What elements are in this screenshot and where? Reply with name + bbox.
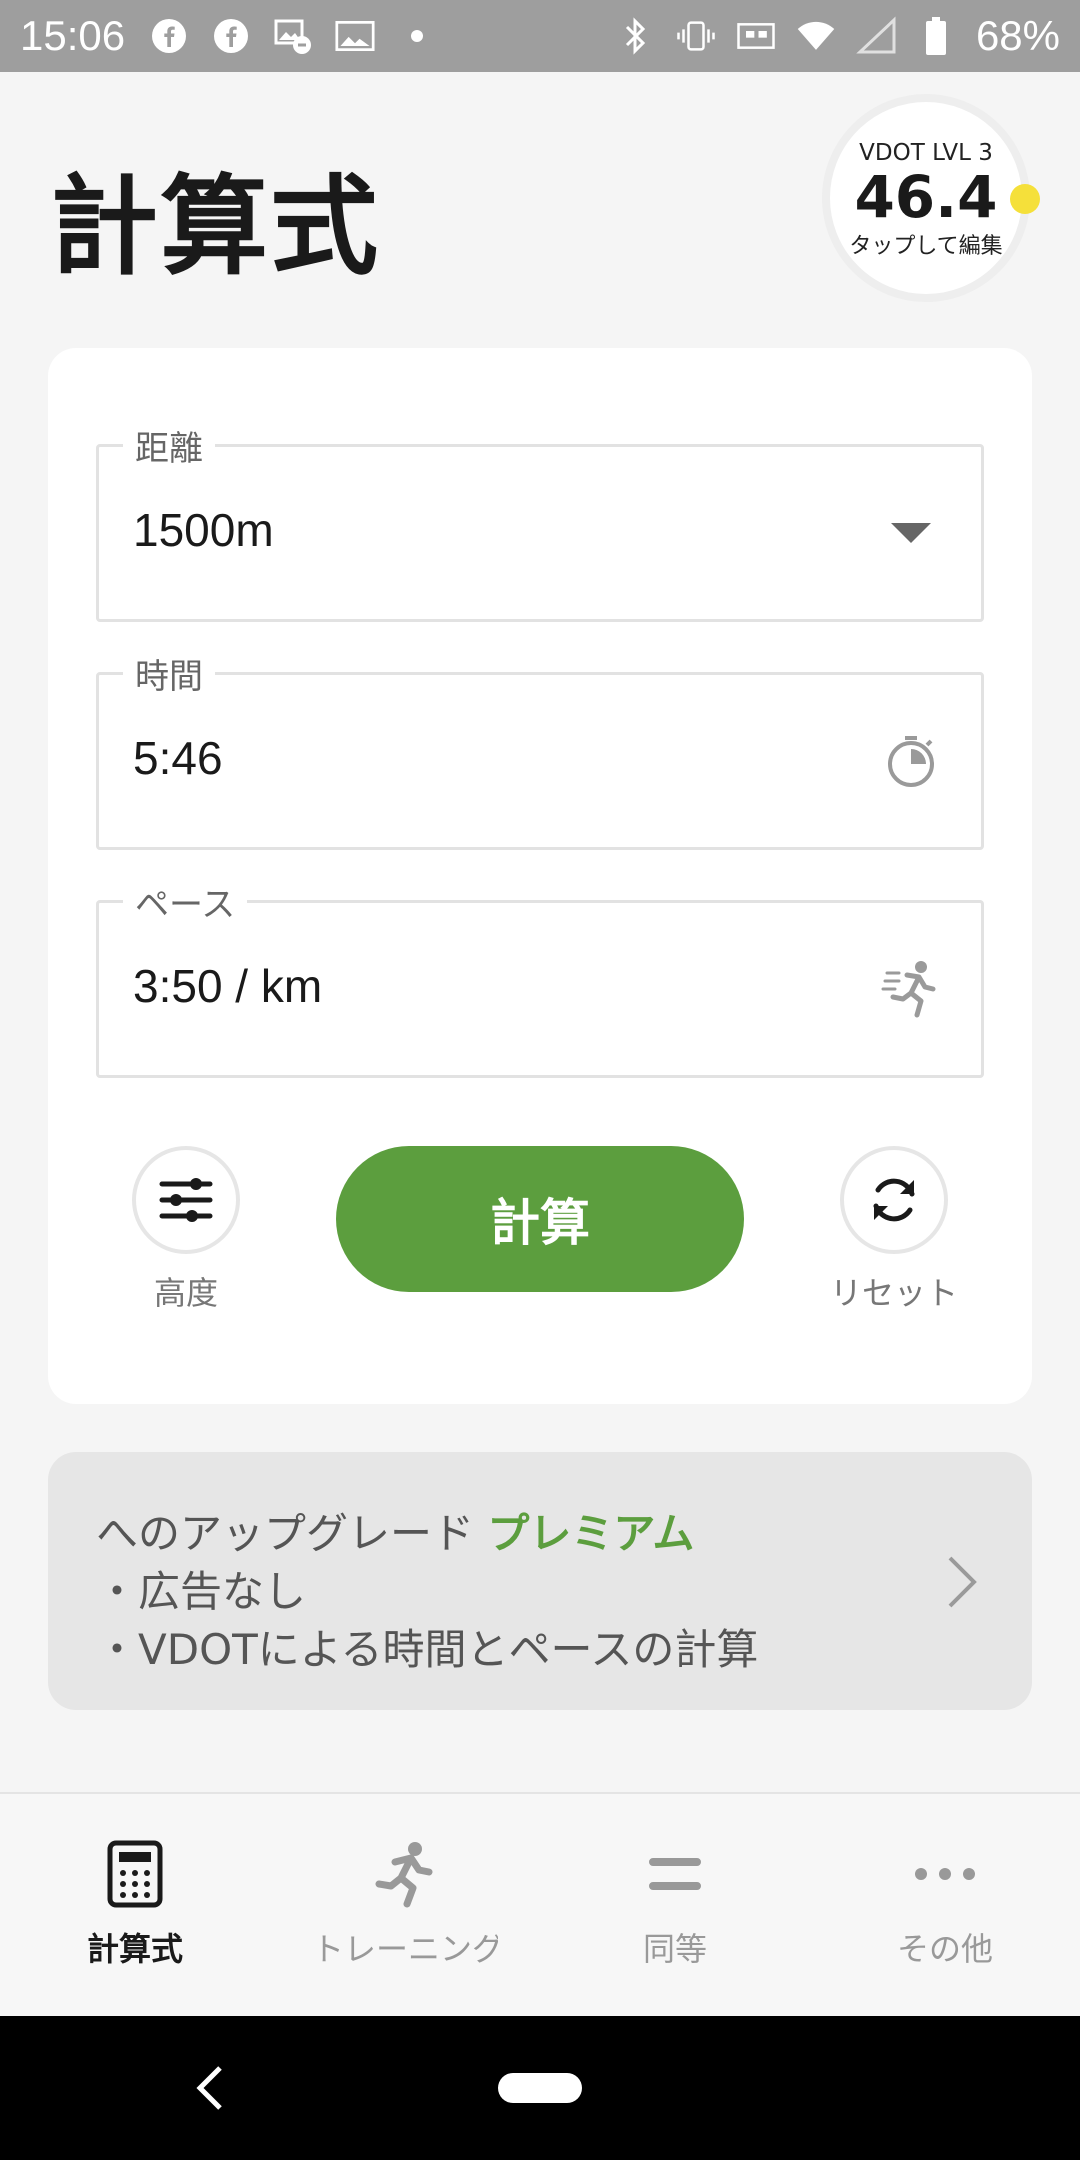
facebook-icon — [149, 16, 189, 56]
stopwatch-icon[interactable] — [881, 731, 941, 791]
vdot-status-dot — [1010, 184, 1040, 214]
nav-item-calculator[interactable]: 計算式 — [0, 1794, 270, 2016]
calculator-card: 距離 1500m 時間 5:46 ペース 3:50 / km 高度 計算 リセッ… — [48, 348, 1032, 1404]
status-bar: 15:06 68% — [0, 0, 1080, 72]
runner-icon — [365, 1834, 445, 1914]
sliders-icon — [159, 1178, 213, 1222]
nav-label: トレーニング — [312, 1930, 498, 1968]
calculator-icon — [95, 1834, 175, 1914]
reset-button[interactable] — [840, 1146, 948, 1254]
distance-label: 距離 — [123, 421, 215, 470]
vibrate-icon — [676, 16, 716, 56]
nav-label: 計算式 — [86, 1930, 183, 1968]
advanced-button[interactable] — [132, 1146, 240, 1254]
bluetooth-icon — [616, 16, 656, 56]
runner-icon[interactable] — [881, 959, 941, 1019]
distance-value: 1500m — [133, 504, 274, 556]
time-value: 5:46 — [133, 732, 223, 784]
cast-icon — [736, 16, 776, 56]
promo-bullet-vdot: ・VDOTによる時間とペースの計算 — [96, 1625, 759, 1674]
distance-field[interactable]: 距離 1500m — [96, 421, 984, 622]
vdot-value: 46.4 — [854, 163, 998, 231]
battery-icon — [916, 16, 956, 56]
chevron-right-icon — [948, 1556, 977, 1608]
wifi-icon — [796, 16, 836, 56]
equals-icon — [635, 1834, 715, 1914]
pace-field[interactable]: ペース 3:50 / km — [96, 877, 984, 1078]
status-right-icons: 68% — [616, 12, 1060, 60]
nav-item-training[interactable]: トレーニング — [270, 1794, 540, 2016]
nav-label: その他 — [896, 1930, 993, 1968]
promo-headline: へのアップグレード プレミアム — [96, 1500, 694, 1561]
status-time: 15:06 — [20, 12, 126, 59]
nav-item-more[interactable]: その他 — [810, 1794, 1080, 2016]
vdot-badge[interactable]: VDOT LVL 3 46.4 タップして編集 — [822, 94, 1030, 302]
vdot-edit-hint: タップして編集 — [849, 234, 1003, 259]
time-field[interactable]: 時間 5:46 — [96, 649, 984, 850]
more-dots-icon — [905, 1834, 985, 1914]
page-title: 計算式 — [50, 165, 381, 290]
promo-prefix: へのアップグレード — [96, 1509, 488, 1558]
dropdown-arrow-icon[interactable] — [881, 503, 941, 563]
home-pill[interactable] — [498, 2073, 582, 2103]
calculate-button[interactable]: 計算 — [336, 1146, 744, 1292]
signal-icon — [856, 16, 896, 56]
status-left-icons — [149, 16, 437, 56]
reset-label: リセット — [829, 1274, 958, 1312]
nav-item-equivalent[interactable]: 同等 — [540, 1794, 810, 2016]
premium-upgrade-banner[interactable]: へのアップグレード プレミアム ・広告なし ・VDOTによる時間とペースの計算 — [48, 1452, 1032, 1710]
battery-percent: 68% — [975, 12, 1060, 59]
pace-label: ペース — [123, 877, 248, 926]
advanced-label: 高度 — [153, 1274, 218, 1312]
gallery-notification-icon — [273, 16, 313, 56]
promo-premium-highlight: プレミアム — [487, 1509, 695, 1558]
time-label: 時間 — [123, 649, 215, 698]
pace-value: 3:50 / km — [133, 960, 323, 1012]
nav-label: 同等 — [642, 1930, 707, 1968]
bottom-nav: 計算式 トレーニング 同等 その他 — [0, 1794, 1080, 2016]
refresh-icon — [873, 1178, 915, 1222]
back-icon[interactable] — [190, 2062, 230, 2114]
promo-bullet-no-ads: ・広告なし — [96, 1567, 307, 1616]
facebook-icon — [211, 16, 251, 56]
image-icon — [335, 16, 375, 56]
dot-icon — [397, 16, 437, 56]
